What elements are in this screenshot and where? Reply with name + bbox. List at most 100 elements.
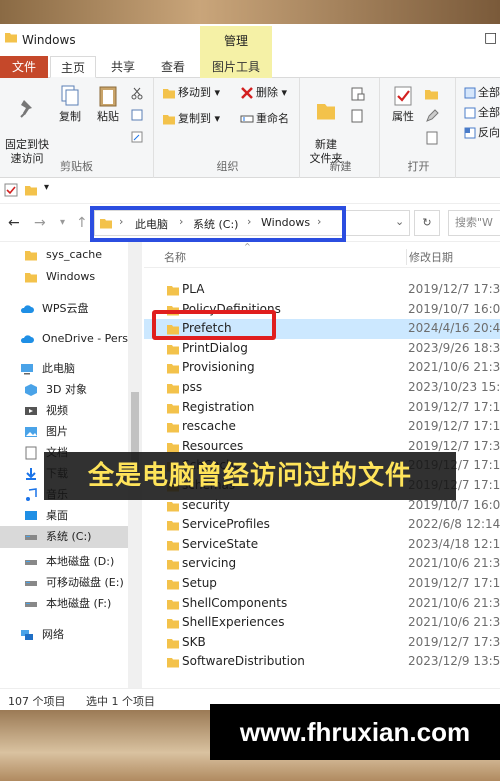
clipboard-icon: [99, 86, 117, 107]
file-modified-date: 2019/10/7 16:07: [408, 301, 500, 316]
paste-button[interactable]: 粘贴: [92, 84, 124, 124]
invert-selection-label: 反向: [478, 126, 500, 139]
move-to-button[interactable]: 移动到 ▾: [162, 84, 220, 102]
file-row[interactable]: SoftwareDistribution 2023/12/9 13:50: [144, 652, 500, 672]
file-name: PLA: [182, 282, 205, 296]
nav-item[interactable]: 视频: [0, 400, 128, 422]
file-name: Resources: [182, 438, 244, 453]
up-arrow-icon[interactable]: ↑: [76, 215, 88, 231]
nav-item[interactable]: 可移动磁盘 (E:): [0, 572, 128, 594]
address-bar: ← → ▾ ↑ › 此电脑 › 系统 (C:) › Windows › ⌄ ↻ …: [0, 204, 500, 242]
select-all-label: 全部: [478, 86, 500, 99]
pin-quick-access-button[interactable]: 固定到快 速访问: [2, 84, 52, 166]
file-name: SKB: [182, 634, 206, 649]
tab-file[interactable]: 文件: [0, 56, 48, 78]
file-modified-date: 2019/12/7 17:18: [408, 576, 500, 590]
history-icon[interactable]: [424, 130, 440, 146]
tab-picture-tools[interactable]: 图片工具: [200, 56, 272, 78]
file-row[interactable]: servicing 2021/10/6 21:34: [144, 554, 500, 574]
file-row[interactable]: Registration 2019/12/7 17:14: [144, 398, 500, 418]
tab-view[interactable]: 查看: [150, 56, 196, 78]
file-row[interactable]: PLA 2019/12/7 17:31: [144, 280, 500, 300]
file-name: servicing: [182, 556, 237, 571]
copy-path-icon[interactable]: [130, 108, 144, 122]
nav-item[interactable]: Windows: [0, 266, 128, 288]
nav-item-label: 3D 对象: [46, 383, 87, 396]
file-row[interactable]: ShellComponents 2021/10/6 21:34: [144, 594, 500, 614]
manage-tab[interactable]: 管理: [200, 26, 272, 56]
copy-button[interactable]: 复制: [54, 84, 86, 124]
new-item-icon[interactable]: [350, 86, 366, 102]
file-row[interactable]: ShellExperiences 2021/10/6 21:34: [144, 613, 500, 633]
file-row[interactable]: ServiceState 2023/4/18 12:14: [144, 535, 500, 555]
invert-selection-button[interactable]: 反向: [464, 124, 500, 142]
document-icon: [25, 446, 37, 460]
qat-folder-icon[interactable]: [24, 183, 38, 200]
nav-item[interactable]: 本地磁盘 (F:): [0, 593, 128, 615]
network-icon: [21, 630, 33, 640]
move-to-label: 移动到 ▾: [178, 86, 221, 99]
file-name: rescache: [182, 419, 236, 434]
file-row[interactable]: Setup 2019/12/7 17:18: [144, 574, 500, 594]
nav-item[interactable]: 网络: [0, 624, 128, 646]
file-row[interactable]: SKB 2019/12/7 17:31: [144, 633, 500, 653]
address-dropdown-icon[interactable]: ⌄: [395, 215, 404, 228]
properties-button[interactable]: 属性: [386, 84, 420, 124]
pin-icon: [20, 100, 32, 118]
nav-item[interactable]: 图片: [0, 421, 128, 443]
nav-item[interactable]: OneDrive - Perso: [0, 328, 128, 350]
back-arrow-icon[interactable]: ←: [8, 215, 20, 231]
file-name: Registration: [182, 399, 255, 414]
nav-item[interactable]: 桌面: [0, 505, 128, 527]
delete-button[interactable]: 删除 ▾: [240, 84, 287, 102]
cut-icon[interactable]: [130, 86, 144, 100]
refresh-button[interactable]: ↻: [414, 210, 440, 236]
file-row[interactable]: PrintDialog 2023/9/26 18:31: [144, 339, 500, 359]
nav-item[interactable]: WPS云盘: [0, 298, 128, 320]
file-row[interactable]: rescache 2019/12/7 17:14: [144, 417, 500, 437]
file-name: PrintDialog: [182, 340, 248, 355]
qat-dropdown-icon[interactable]: ▾: [44, 182, 49, 193]
file-row[interactable]: pss 2023/10/23 15:13: [144, 378, 500, 398]
address-highlight-box: [90, 206, 346, 242]
nav-item[interactable]: 3D 对象: [0, 379, 128, 401]
file-modified-date: 2021/10/6 21:34: [408, 556, 500, 571]
easy-access-icon[interactable]: [350, 108, 366, 124]
nav-item[interactable]: 本地磁盘 (D:): [0, 551, 128, 573]
open-icon[interactable]: [424, 86, 440, 102]
column-modified-date[interactable]: 修改日期: [406, 249, 453, 265]
nav-item-label: 系统 (C:): [46, 530, 92, 543]
copy-to-button[interactable]: 复制到 ▾: [162, 110, 220, 128]
recent-chevron-down-icon[interactable]: ▾: [60, 217, 65, 228]
new-folder-button[interactable]: 新建 文件夹: [306, 84, 346, 166]
search-input[interactable]: 搜索"W: [448, 210, 500, 236]
open-group: 属性 打开: [382, 78, 456, 178]
nav-item[interactable]: 此电脑: [0, 358, 128, 380]
nav-item[interactable]: sys_cache: [0, 244, 128, 266]
properties-check-small-icon[interactable]: [4, 183, 18, 200]
file-modified-date: 2021/10/6 21:34: [408, 595, 500, 610]
nav-item-label: 本地磁盘 (D:): [46, 555, 115, 568]
copy-folder-icon: [163, 115, 175, 125]
drive-icon: [25, 581, 37, 586]
select-none-label: 全部: [478, 106, 500, 119]
tab-home[interactable]: 主页: [50, 56, 96, 78]
select-none-button[interactable]: 全部: [464, 104, 500, 122]
cloud-icon: [20, 305, 34, 313]
folder-icon: [167, 658, 179, 668]
select-all-button[interactable]: 全部: [464, 84, 500, 102]
folder-icon: [167, 384, 179, 394]
nav-item-label: OneDrive - Perso: [42, 332, 128, 345]
forward-arrow-icon[interactable]: →: [34, 215, 46, 231]
tab-share[interactable]: 共享: [100, 56, 146, 78]
column-name[interactable]: 名称: [164, 249, 186, 265]
nav-item-label: 本地磁盘 (F:): [46, 597, 112, 610]
file-row[interactable]: ServiceProfiles 2022/6/8 12:14: [144, 515, 500, 535]
ribbon: 固定到快 速访问 复制 粘贴 剪贴板 移动到 ▾ 复制到 ▾ 删除 ▾ 重命名 …: [0, 78, 500, 178]
rename-button[interactable]: 重命名: [240, 110, 289, 128]
paste-shortcut-icon[interactable]: [130, 130, 144, 144]
maximize-button[interactable]: □: [484, 30, 497, 46]
nav-item[interactable]: 系统 (C:): [0, 526, 128, 548]
file-row[interactable]: Provisioning 2021/10/6 21:34: [144, 358, 500, 378]
edit-icon[interactable]: [424, 108, 440, 124]
